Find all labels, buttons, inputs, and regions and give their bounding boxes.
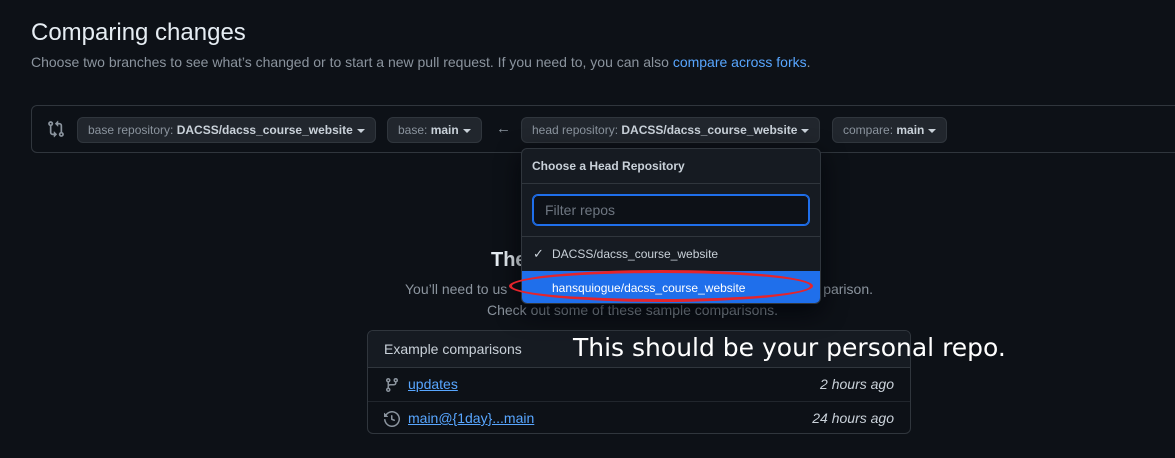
compare-branch-prefix: compare: <box>843 123 897 137</box>
dropdown-item-label: DACSS/dacss_course_website <box>552 247 719 261</box>
base-repository-prefix: base repository: <box>88 123 177 137</box>
compare-branch-value: main <box>896 123 925 137</box>
arrow-left-icon: ← <box>496 120 511 137</box>
git-compare-icon <box>48 120 64 138</box>
dropdown-item-hansquiogue[interactable]: hansquiogue/dacss_course_website <box>522 271 820 303</box>
dropdown-item-dacss[interactable]: ✓ DACSS/dacss_course_website <box>522 237 820 271</box>
example-time: 24 hours ago <box>812 410 894 426</box>
compare-branch-button[interactable]: compare: main <box>832 117 948 143</box>
caret-down-icon <box>356 128 365 133</box>
base-branch-button[interactable]: base: main <box>387 117 482 143</box>
head-repository-dropdown: Choose a Head Repository ✓ DACSS/dacss_c… <box>521 148 821 304</box>
head-repository-prefix: head repository: <box>532 123 622 137</box>
filter-repos-input[interactable] <box>532 194 810 226</box>
dropdown-title: Choose a Head Repository <box>522 149 820 184</box>
list-item[interactable]: main@{1day}...main 24 hours ago <box>368 401 910 433</box>
list-item[interactable]: updates 2 hours ago <box>368 368 910 401</box>
history-icon <box>384 411 400 427</box>
blankslate-hint: Check out some of these sample compariso… <box>487 302 779 318</box>
subtitle-text: Choose two branches to see what’s change… <box>31 54 673 70</box>
dropdown-item-label: hansquiogue/dacss_course_website <box>552 281 746 295</box>
example-link-main-1day[interactable]: main@{1day}...main <box>408 402 534 433</box>
caret-down-icon <box>462 128 471 133</box>
subtitle-end: . <box>806 54 811 70</box>
blankslate-text-left: You’ll need to us <box>405 281 508 297</box>
git-branch-icon <box>385 378 398 393</box>
caret-down-icon <box>928 128 937 133</box>
base-branch-prefix: base: <box>398 123 431 137</box>
page-title: Comparing changes <box>31 19 246 46</box>
filter-wrapper <box>522 184 820 237</box>
base-repository-value: DACSS/dacss_course_website <box>176 123 353 137</box>
base-branch-value: main <box>430 123 459 137</box>
head-repository-value: DACSS/dacss_course_website <box>621 123 798 137</box>
example-link-updates[interactable]: updates <box>408 368 458 401</box>
caret-down-icon <box>801 128 810 133</box>
check-icon: ✓ <box>533 246 544 261</box>
blankslate-text-right: parison. <box>823 281 873 297</box>
base-repository-button[interactable]: base repository: DACSS/dacss_course_webs… <box>77 117 376 143</box>
compare-across-forks-link[interactable]: compare across forks <box>673 54 807 70</box>
head-repository-button[interactable]: head repository: DACSS/dacss_course_webs… <box>521 117 821 143</box>
example-time: 2 hours ago <box>820 376 894 392</box>
annotation-text: This should be your personal repo. <box>573 333 1006 362</box>
page-subtitle: Choose two branches to see what’s change… <box>31 54 811 70</box>
